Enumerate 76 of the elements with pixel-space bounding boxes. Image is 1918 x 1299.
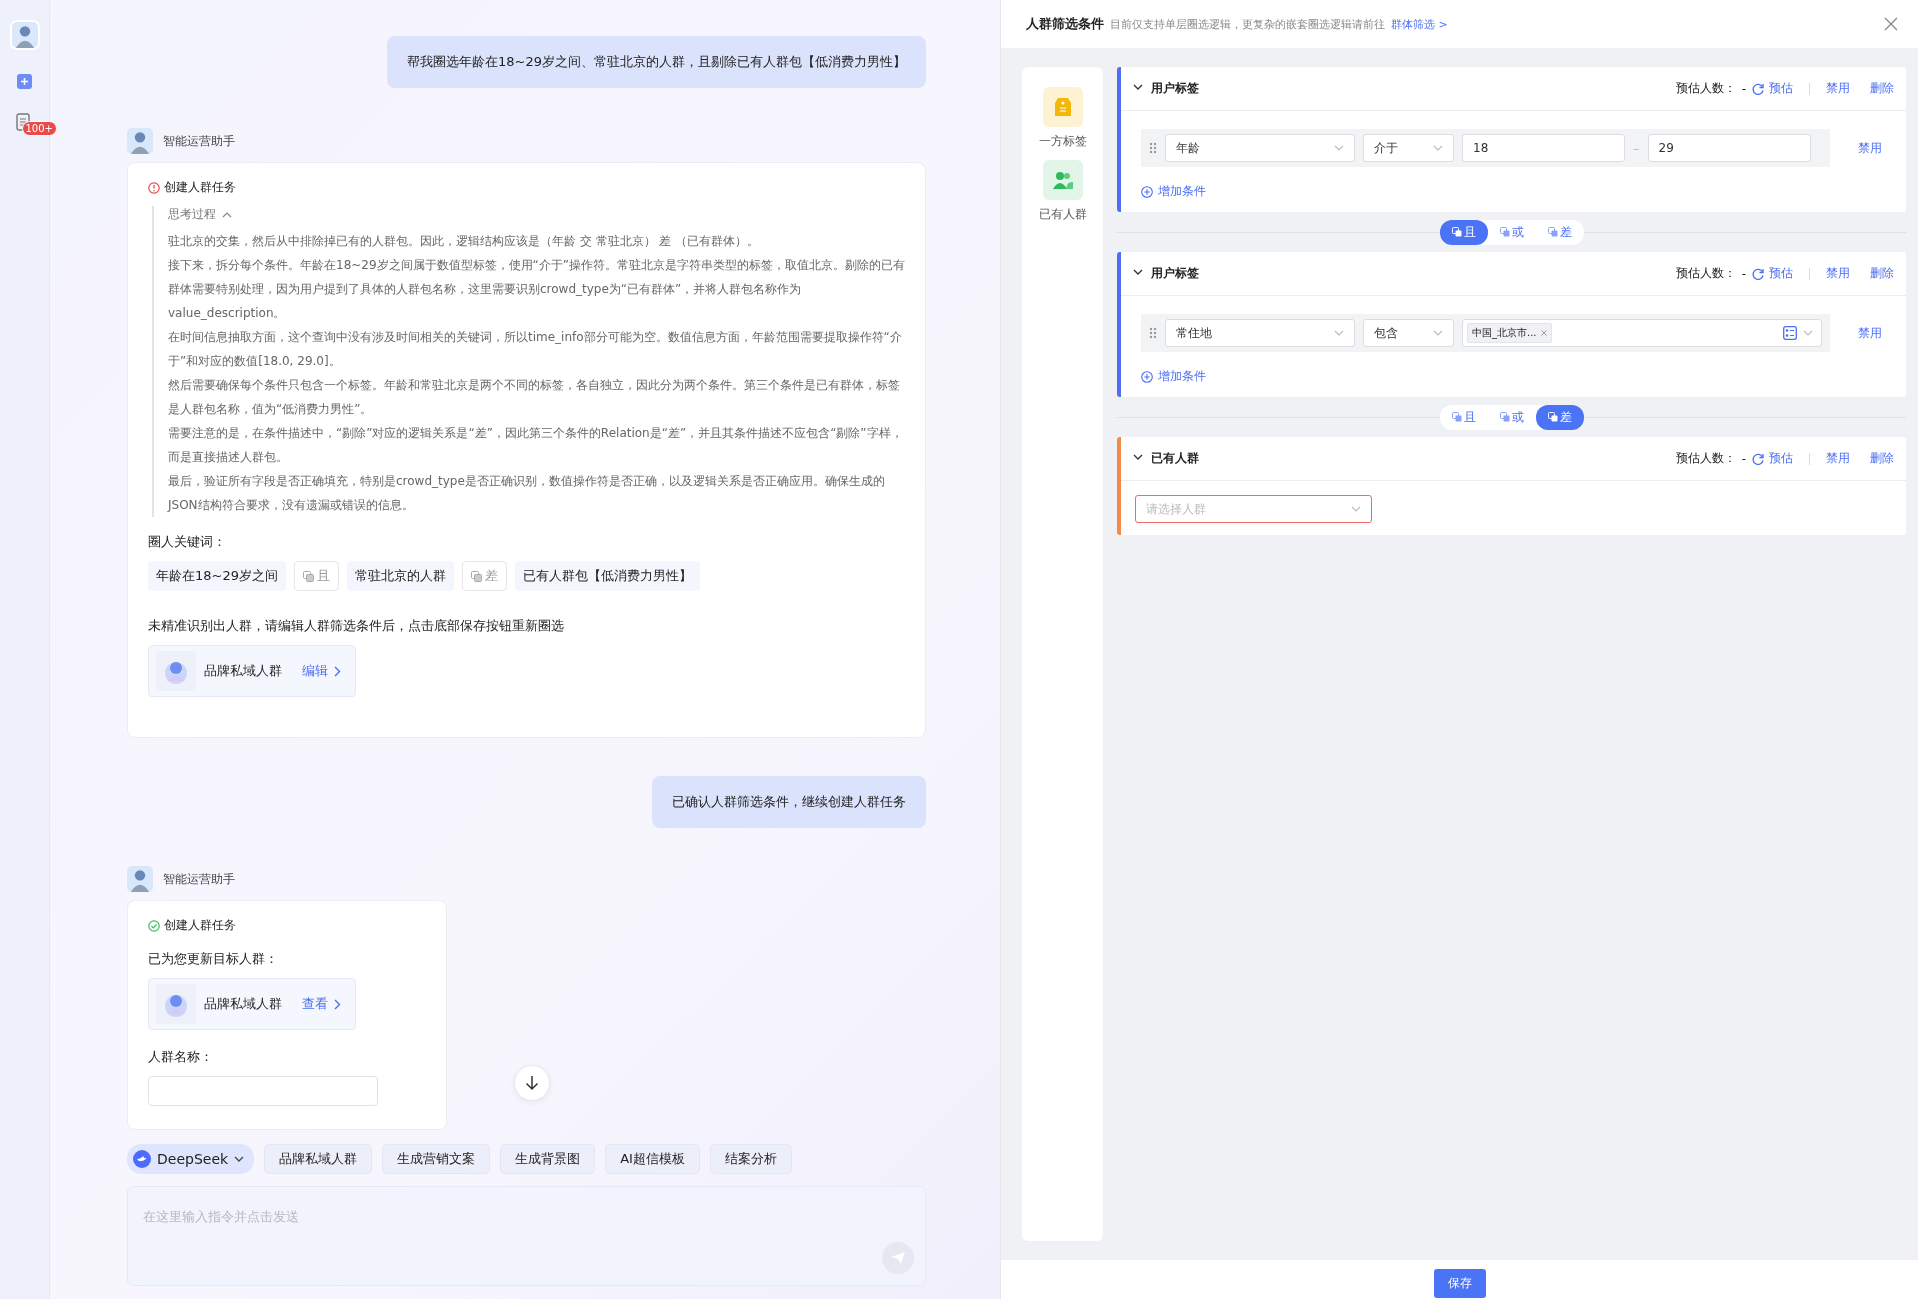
value-tag: 中国_北京市... bbox=[1467, 323, 1552, 343]
value-input[interactable]: 18 bbox=[1462, 134, 1625, 162]
thinking-paragraph: 最后，验证所有字段是否正确填充，特别是crowd_type是否正确识别，数值操作符是否正确，以及逻辑关系是否正确应用。确保生成的JSON结构符合要求，没有遗漏或错误的信息。 bbox=[168, 473, 886, 514]
user-message: 已确认人群筛选条件，继续创建人群任务 bbox=[652, 776, 926, 828]
panel-subtitle: 目前仅支持单层圈选逻辑，更复杂的嵌套圈选逻辑请前往 bbox=[1110, 16, 1385, 32]
notice-text: 未精准识别出人群，请编辑人群筛选条件后，点击底部保存按钮重新圈选 bbox=[148, 617, 564, 635]
task-title: 创建人群任务 bbox=[164, 179, 236, 196]
thinking-paragraph: 需要注意的是，在条件描述中，“剔除”对应的逻辑关系是“差”，因此第三个条件的Relation是“差”，并且其条件描述不应包含“剔除”字样，而是直接描述人群包。 bbox=[168, 425, 904, 466]
operator-tag: 且 bbox=[294, 561, 339, 591]
group-title: 用户标签 bbox=[1151, 265, 1199, 282]
section-label: 人群名称： bbox=[148, 1048, 213, 1066]
user-message: 帮我圈选年龄在18~29岁之间、常驻北京的人群，且剔除已有人群包【低消费力男性】 bbox=[387, 36, 926, 88]
relation-option[interactable]: 或 bbox=[1487, 404, 1536, 430]
estimate-label: 预估人数： bbox=[1675, 450, 1736, 467]
group-title: 已有人群 bbox=[1151, 450, 1199, 467]
estimate-value: - bbox=[1741, 81, 1746, 96]
operator-tag: 差 bbox=[462, 561, 507, 591]
operator-select[interactable]: 包含 bbox=[1363, 319, 1454, 347]
delete-button[interactable]: 删除 bbox=[1870, 80, 1894, 97]
shortcut-chip[interactable]: 生成营销文案 bbox=[382, 1144, 491, 1174]
assistant-name: 智能运营助手 bbox=[163, 132, 235, 150]
delete-button[interactable]: 删除 bbox=[1870, 265, 1894, 282]
panel-title: 人群筛选条件 bbox=[1026, 15, 1104, 33]
crowd-link[interactable]: 查看 bbox=[302, 995, 341, 1013]
delete-button[interactable]: 删除 bbox=[1870, 450, 1894, 467]
relation-option[interactable]: 且 bbox=[1439, 219, 1488, 245]
field-select[interactable]: 常住地 bbox=[1165, 319, 1355, 347]
disable-button[interactable]: 禁用 bbox=[1826, 265, 1850, 282]
keyword-tag: 年龄在18~29岁之间 bbox=[148, 561, 286, 591]
disable-button[interactable]: 禁用 bbox=[1858, 324, 1882, 342]
thinking-paragraph: 接下来，拆分每个条件。年龄在18~29岁之间属于数值型标签，使用“介于”操作符。常驻北京是字符串类型的标签，取值北京。剔除的已有群体需要特别处理，因为用户提到了具体的人群包名称，这里需要识别crowd_type为“已有群体”，并将人群包名称作为value_description。 bbox=[168, 257, 907, 322]
group-title: 用户标签 bbox=[1151, 80, 1199, 97]
disable-button[interactable]: 禁用 bbox=[1858, 139, 1882, 157]
crowd-name: 品牌私域人群 bbox=[204, 662, 282, 680]
disable-button[interactable]: 禁用 bbox=[1826, 80, 1850, 97]
relation-option[interactable]: 差 bbox=[1535, 404, 1584, 430]
relation-option[interactable]: 且 bbox=[1439, 404, 1488, 430]
shortcut-chip[interactable]: 生成背景图 bbox=[500, 1144, 596, 1174]
estimate-button[interactable]: 预估 bbox=[1752, 450, 1793, 467]
shortcut-chip[interactable]: 品牌私域人群 bbox=[264, 1144, 373, 1174]
operator-select[interactable]: 介于 bbox=[1363, 134, 1454, 162]
filter-link[interactable]: 群体筛选 > bbox=[1391, 16, 1448, 32]
crowd-link[interactable]: 编辑 bbox=[302, 662, 341, 680]
model-selector[interactable]: DeepSeek bbox=[127, 1144, 255, 1174]
assistant-name: 智能运营助手 bbox=[163, 870, 235, 888]
estimate-button[interactable]: 预估 bbox=[1752, 80, 1793, 97]
thinking-paragraph: 驻北京的交集，然后从中排除掉已有的人群包。因此，逻辑结构应该是（年龄 交 常驻北京） 差 （已有群体）。 bbox=[168, 233, 761, 250]
section-label: 已为您更新目标人群： bbox=[148, 950, 278, 968]
add-condition-button[interactable]: 增加条件 bbox=[1141, 368, 1206, 385]
section-label: 圈人关键词： bbox=[148, 533, 226, 551]
value-select[interactable]: 中国_北京市... bbox=[1462, 319, 1822, 347]
disable-button[interactable]: 禁用 bbox=[1826, 450, 1850, 467]
estimate-button[interactable]: 预估 bbox=[1752, 265, 1793, 282]
thinking-toggle[interactable]: 思考过程 bbox=[168, 206, 232, 223]
palette-label: 一方标签 bbox=[1038, 133, 1087, 150]
field-select[interactable]: 年龄 bbox=[1165, 134, 1355, 162]
range-separator: – bbox=[1633, 140, 1640, 156]
relation-option[interactable]: 或 bbox=[1487, 219, 1536, 245]
keyword-tag: 已有人群包【低消费力男性】 bbox=[515, 561, 700, 591]
thinking-paragraph: 在时间信息抽取方面，这个查询中没有涉及时间相关的关键词，所以time_info部分可能为空。数值信息方面，年龄范围需要提取操作符“介于”和对应的数值[18.0, 29.0]。 bbox=[168, 329, 903, 370]
value-input[interactable]: 29 bbox=[1647, 134, 1811, 162]
shortcut-chip[interactable]: 结案分析 bbox=[709, 1144, 792, 1174]
count-badge: 100+ bbox=[21, 121, 57, 136]
shortcut-chip[interactable]: AI超信模板 bbox=[605, 1144, 700, 1174]
task-title: 创建人群任务 bbox=[164, 917, 236, 934]
palette-label: 已有人群 bbox=[1038, 206, 1087, 223]
thinking-paragraph: 然后需要确保每个条件只包含一个标签。年龄和常驻北京是两个不同的标签，各自独立，因此分为两个条件。第三个条件是已有群体，标签是人群包名称，值为“低消费力男性”。 bbox=[168, 377, 901, 418]
estimate-label: 预估人数： bbox=[1675, 265, 1736, 282]
save-button[interactable]: 保存 bbox=[1433, 1268, 1486, 1298]
estimate-value: - bbox=[1741, 451, 1746, 466]
estimate-label: 预估人数： bbox=[1675, 80, 1736, 97]
crowd-name: 品牌私域人群 bbox=[204, 995, 282, 1013]
estimate-value: - bbox=[1741, 266, 1746, 281]
relation-option[interactable]: 差 bbox=[1535, 219, 1584, 245]
keyword-tag: 常驻北京的人群 bbox=[347, 561, 454, 591]
add-condition-button[interactable]: 增加条件 bbox=[1141, 183, 1206, 200]
